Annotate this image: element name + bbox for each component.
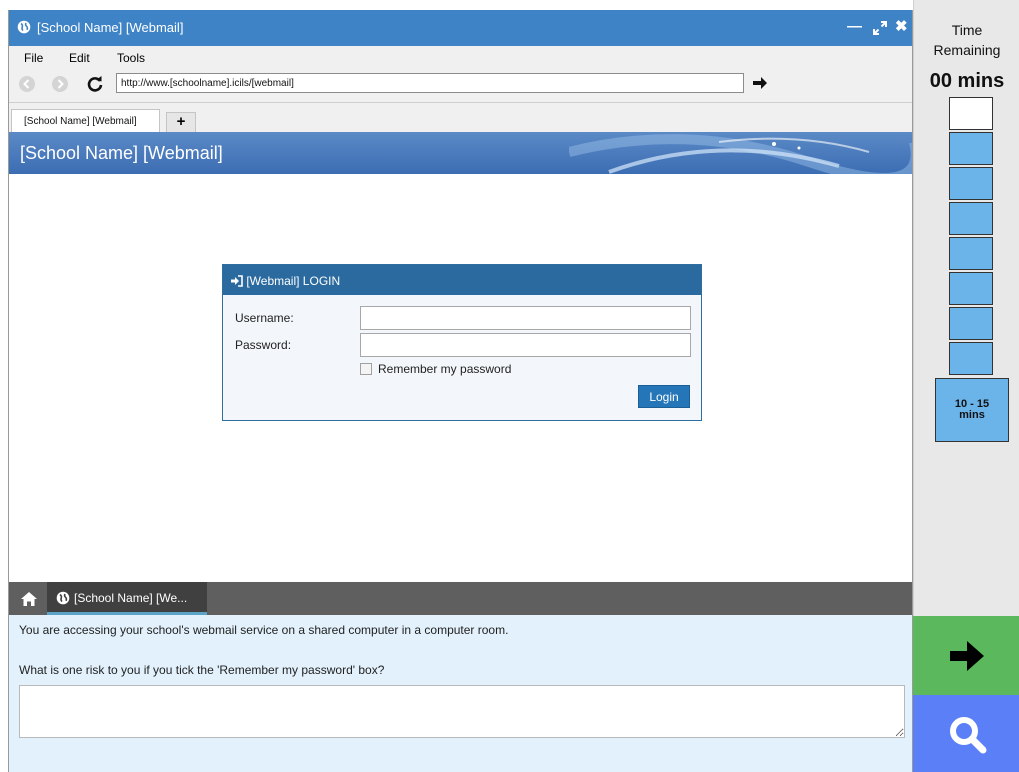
- back-arrow-icon: [23, 79, 30, 89]
- remember-password-checkbox[interactable]: [360, 363, 372, 375]
- globe-icon: [56, 591, 70, 605]
- remaining-label: Remaining: [933, 42, 1001, 58]
- home-icon[interactable]: [20, 591, 38, 607]
- refresh-icon[interactable]: [86, 75, 104, 93]
- menu-bar: File Edit Tools: [9, 46, 912, 68]
- answer-input[interactable]: [19, 685, 905, 738]
- password-field[interactable]: [360, 333, 691, 357]
- browser-window: [School Name] [Webmail] — ✖ File Edit To…: [8, 10, 913, 772]
- forward-arrow-icon: [57, 79, 64, 89]
- new-tab-button[interactable]: +: [166, 112, 196, 132]
- timer-panel: Time Remaining 00 mins 10 - 15 mins: [913, 0, 1019, 616]
- timer-range-unit: mins: [959, 409, 985, 421]
- minimize-icon[interactable]: —: [847, 18, 862, 36]
- next-button[interactable]: [913, 616, 1019, 695]
- task-tab-webmail[interactable]: [School Name] [We...: [47, 582, 207, 615]
- timer-block-empty: [949, 97, 993, 130]
- page-content: [Webmail] LOGIN Username: Password: Reme…: [9, 174, 912, 582]
- close-icon[interactable]: ✖: [895, 18, 908, 36]
- forward-button[interactable]: [52, 76, 68, 92]
- timer-block-filled: [949, 307, 993, 340]
- time-remaining-value: 00 mins: [929, 70, 1005, 92]
- menu-file[interactable]: File: [24, 51, 43, 65]
- login-header: [Webmail] LOGIN: [223, 265, 701, 295]
- window-titlebar: [School Name] [Webmail] — ✖: [9, 10, 912, 46]
- timer-block-filled: [949, 237, 993, 270]
- maximize-icon[interactable]: [873, 21, 887, 35]
- browser-tab-strip: [School Name] [Webmail] +: [9, 102, 912, 133]
- go-arrow-icon[interactable]: [751, 74, 769, 92]
- timer-block-filled: [949, 167, 993, 200]
- page-title: [School Name] [Webmail]: [20, 143, 223, 163]
- menu-tools[interactable]: Tools: [117, 51, 145, 65]
- password-label: Password:: [235, 338, 292, 352]
- timer-block-filled: [949, 202, 993, 235]
- arrow-right-icon: [950, 641, 984, 671]
- browser-tab-webmail[interactable]: [School Name] [Webmail]: [11, 109, 160, 133]
- page-banner: [School Name] [Webmail]: [9, 132, 912, 174]
- timer-block-filled: [949, 272, 993, 305]
- remember-password-label: Remember my password: [378, 362, 512, 376]
- username-field[interactable]: [360, 306, 691, 330]
- timer-block-filled: [949, 132, 993, 165]
- magnifier-icon: [950, 717, 987, 754]
- question-context: You are accessing your school's webmail …: [19, 623, 509, 637]
- time-label: Time: [951, 22, 983, 38]
- login-button[interactable]: Login: [638, 385, 690, 408]
- url-input[interactable]: http://www.[schoolname].icils/[webmail]: [116, 73, 744, 93]
- search-button[interactable]: [913, 695, 1019, 772]
- question-prompt: What is one risk to you if you tick the …: [19, 663, 385, 677]
- timer-block-filled: [949, 342, 993, 375]
- task-tab-label: [School Name] [We...: [74, 591, 188, 605]
- username-label: Username:: [235, 311, 294, 325]
- back-button[interactable]: [19, 76, 35, 92]
- sign-in-icon: [231, 275, 243, 287]
- menu-edit[interactable]: Edit: [69, 51, 90, 65]
- address-bar: http://www.[schoolname].icils/[webmail]: [9, 68, 912, 102]
- question-panel: You are accessing your school's webmail …: [9, 615, 912, 772]
- globe-icon: [17, 20, 31, 34]
- login-panel: [Webmail] LOGIN Username: Password: Reme…: [222, 264, 702, 421]
- timer-range-block: 10 - 15 mins: [935, 378, 1009, 442]
- window-title: [School Name] [Webmail]: [37, 20, 184, 35]
- task-tab-bar: [School Name] [We...: [9, 582, 912, 615]
- login-title: [Webmail] LOGIN: [246, 274, 341, 288]
- app-root: [School Name] [Webmail] — ✖ File Edit To…: [0, 0, 1019, 772]
- banner-decoration: [569, 134, 912, 174]
